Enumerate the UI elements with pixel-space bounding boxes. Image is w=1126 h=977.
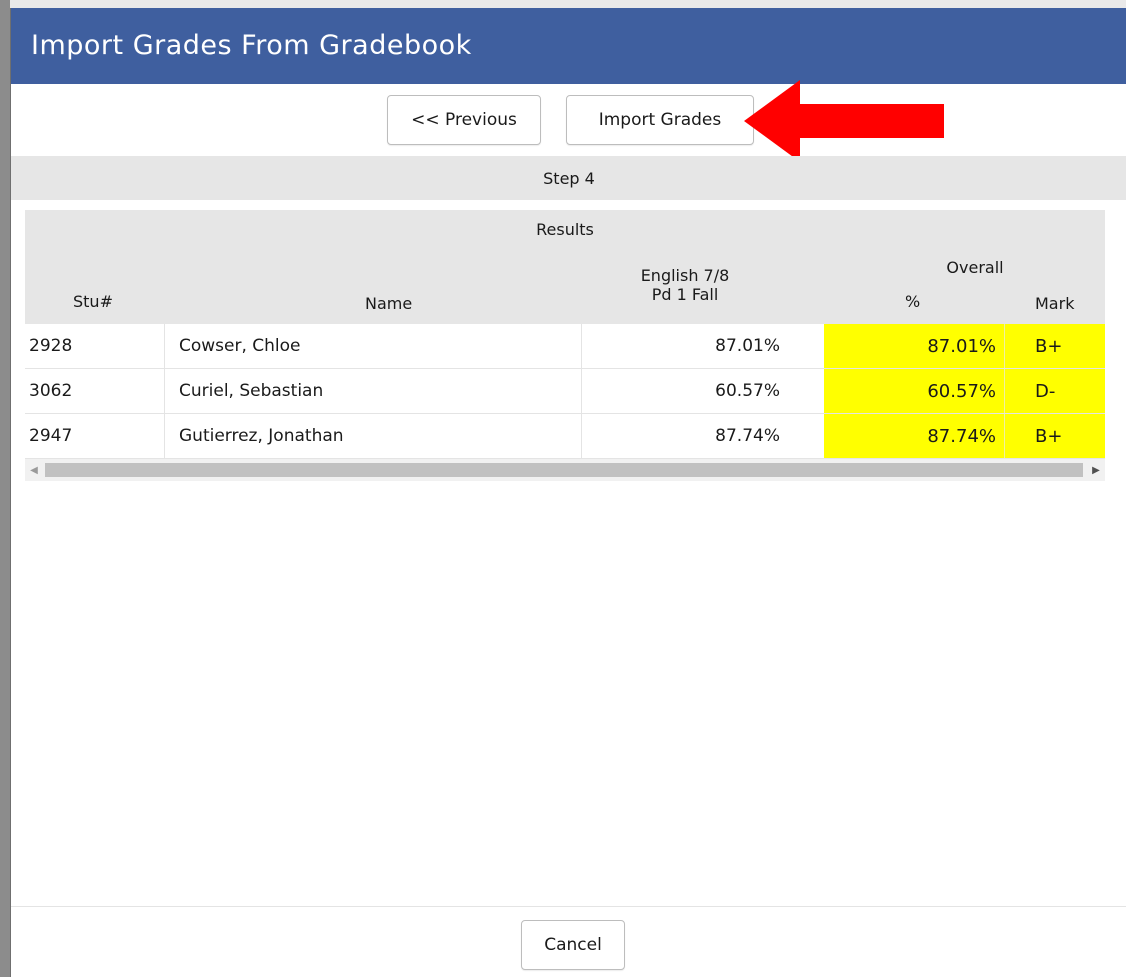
cell-course-grade: 87.01% [715, 336, 780, 356]
cell-course-grade: 60.57% [715, 381, 780, 401]
cancel-button[interactable]: Cancel [521, 920, 625, 970]
cell-overall-percent: 60.57% [824, 369, 1004, 413]
course-period-line: Pd 1 Fall [651, 285, 719, 304]
cell-stu: 2947 [25, 414, 165, 458]
cell-overall-percent: 87.74% [824, 414, 1004, 458]
table-row: 2947 Gutierrez, Jonathan 87.74% 87.74% B… [25, 414, 1105, 459]
import-grades-button[interactable]: Import Grades [566, 95, 754, 145]
cell-name: Cowser, Chloe [165, 324, 582, 368]
footer-divider [11, 906, 1126, 907]
scrollbar-thumb[interactable] [45, 463, 1083, 477]
red-arrow-icon [744, 80, 944, 162]
cell-name: Curiel, Sebastian [165, 369, 582, 413]
course-name-line: English 7/8 [640, 266, 730, 285]
dialog-title: Import Grades From Gradebook [31, 30, 472, 61]
column-header-mark: Mark [1035, 294, 1075, 313]
column-group-overall: Overall [946, 258, 1004, 277]
cell-course-grade: 87.74% [715, 426, 780, 446]
horizontal-scrollbar[interactable]: ◀ ▶ [25, 459, 1105, 481]
column-header-stu: Stu# [73, 292, 113, 311]
cell-stu: 3062 [25, 369, 165, 413]
cell-overall-mark: B+ [1004, 324, 1105, 368]
import-grades-dialog: Import Grades From Gradebook << Previous… [10, 8, 1126, 977]
table-row: 2928 Cowser, Chloe 87.01% 87.01% B+ [25, 324, 1105, 369]
column-header-percent: % [905, 292, 921, 311]
cell-stu: 2928 [25, 324, 165, 368]
cell-overall-mark: B+ [1004, 414, 1105, 458]
dialog-titlebar: Import Grades From Gradebook [11, 8, 1126, 84]
column-header-course: English 7/8 Pd 1 Fall [625, 266, 745, 304]
column-header-name: Name [365, 294, 413, 313]
triangle-right-icon[interactable]: ▶ [1087, 459, 1105, 481]
step-indicator: Step 4 [11, 156, 1126, 200]
triangle-left-icon[interactable]: ◀ [25, 459, 43, 481]
previous-button[interactable]: << Previous [387, 95, 541, 145]
table-row: 3062 Curiel, Sebastian 60.57% 60.57% D- [25, 369, 1105, 414]
results-table: Results Stu# Name English 7/8 Pd 1 Fall … [25, 210, 1105, 481]
results-header: Results Stu# Name English 7/8 Pd 1 Fall … [25, 210, 1105, 324]
step-label: Step 4 [543, 168, 595, 188]
window-edge [0, 0, 10, 977]
results-caption: Results [536, 220, 594, 239]
cell-name: Gutierrez, Jonathan [165, 414, 582, 458]
cell-overall-mark: D- [1004, 369, 1105, 413]
cell-overall-percent: 87.01% [824, 324, 1004, 368]
